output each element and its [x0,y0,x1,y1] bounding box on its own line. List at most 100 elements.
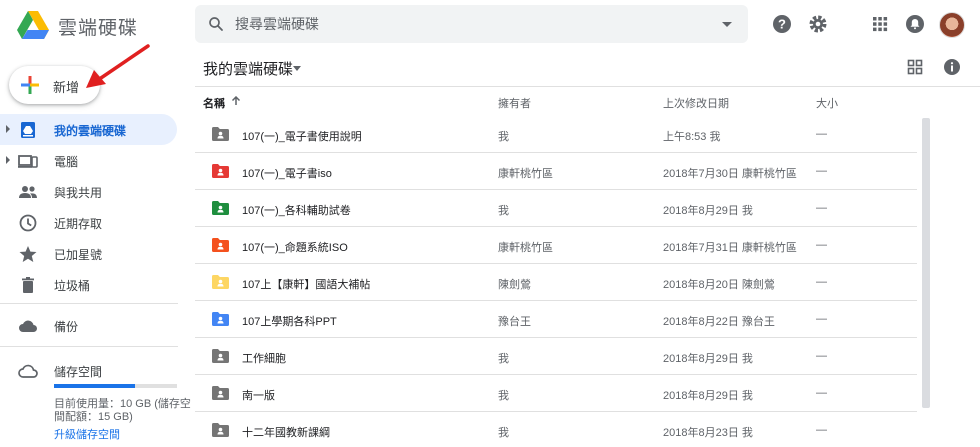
file-modified: 2018年8月22日 豫台王 [663,316,775,328]
file-row[interactable]: 十二年國教新課綱 我 2018年8月23日 我 — [195,412,917,447]
sidebar-item-label: 已加星號 [54,248,103,262]
computers-icon [18,155,38,168]
shared-folder-icon [212,349,229,363]
file-name: 107上學期各科PPT [242,316,337,328]
file-size: — [816,239,827,251]
file-row[interactable]: 107上學期各科PPT 豫台王 2018年8月22日 豫台王 — [195,301,917,338]
file-size: — [816,165,827,177]
file-modified: 上午8:53 我 [663,131,721,143]
breadcrumb[interactable]: 我的雲端硬碟 [203,58,293,79]
settings-icon[interactable] [808,14,828,34]
file-owner: 陳劍鶯 [498,279,531,291]
sidebar-item-backups[interactable]: 備份 [0,310,178,341]
sidebar-item-label: 我的雲端硬碟 [54,124,127,138]
file-owner: 我 [498,390,509,402]
file-owner: 我 [498,353,509,365]
header-divider [195,86,980,87]
sidebar-item-label: 電腦 [54,155,79,169]
sidebar-item-label: 與我共用 [54,186,103,200]
file-name: 107上【康軒】國語大補帖 [242,279,371,291]
shared-folder-icon [212,201,229,215]
expand-caret-icon[interactable] [6,125,10,133]
upgrade-storage-link[interactable]: 升級儲存空間 [54,426,120,442]
file-row[interactable]: 107(一)_命題系統ISO 康軒桃竹區 2018年7月31日 康軒桃竹區 — [195,227,917,264]
sidebar-item-my-drive[interactable]: 我的雲端硬碟 [0,114,177,145]
sidebar-item-label: 備份 [54,320,79,334]
shared-folder-icon [212,164,229,178]
shared-folder-icon [212,127,229,141]
file-size: — [816,128,827,140]
file-owner: 康軒桃竹區 [498,168,553,180]
file-size: — [816,424,827,436]
file-owner: 我 [498,131,509,143]
file-row[interactable]: 107(一)_電子書iso 康軒桃竹區 2018年7月30日 康軒桃竹區 — [195,153,917,190]
column-header-owner[interactable]: 擁有者 [498,95,531,111]
sidebar-item-label: 儲存空間 [54,365,103,379]
apps-grid-icon[interactable] [870,14,890,34]
file-name: 107(一)_電子書使用說明 [242,131,362,143]
info-icon[interactable] [943,58,961,76]
sidebar-item-shared-with-me[interactable]: 與我共用 [0,176,178,207]
sidebar-divider [0,303,178,304]
top-bar: 雲端硬碟 ? [0,0,980,48]
sidebar-nav: 我的雲端硬碟 電腦 與我共用 近期存取 已加星號 垃圾桶 [0,114,178,300]
account-avatar[interactable] [939,12,965,38]
file-modified: 2018年8月23日 我 [663,427,753,439]
file-name: 十二年國教新課綱 [242,427,330,439]
file-row[interactable]: 107(一)_各科輔助試卷 我 2018年8月29日 我 — [195,190,917,227]
column-header-size[interactable]: 大小 [816,95,838,111]
file-modified: 2018年7月30日 康軒桃竹區 [663,168,797,180]
file-owner: 康軒桃竹區 [498,242,553,254]
shared-folder-icon [212,386,229,400]
sidebar-item-label: 垃圾桶 [54,279,91,293]
file-row[interactable]: 工作細胞 我 2018年8月29日 我 — [195,338,917,375]
shared-folder-icon [212,312,229,326]
clock-icon [19,214,37,232]
file-size: — [816,387,827,399]
file-name: 107(一)_電子書iso [242,168,332,180]
column-header-modified[interactable]: 上次修改日期 [663,95,729,111]
help-icon[interactable]: ? [772,14,792,34]
search-input[interactable] [235,14,705,34]
shared-folder-icon [212,238,229,252]
trash-icon [22,277,34,293]
storage-usage-fill [54,384,136,388]
file-name: 南一版 [242,390,275,402]
search-options-icon[interactable] [722,22,732,27]
shared-folder-icon [212,423,229,437]
grid-view-icon[interactable] [907,59,923,75]
storage-quota-text: 間配額：15 GB) [54,411,133,423]
sort-ascending-icon[interactable] [231,96,241,106]
search-bar[interactable] [195,5,748,43]
file-name: 107(一)_各科輔助試卷 [242,205,351,217]
new-button-label: 新增 [53,80,80,95]
file-modified: 2018年7月31日 康軒桃竹區 [663,242,797,254]
file-owner: 豫台王 [498,316,531,328]
sidebar-item-recent[interactable]: 近期存取 [0,207,178,238]
search-icon[interactable] [207,15,225,33]
drive-logo-icon[interactable] [17,11,49,39]
file-row[interactable]: 107(一)_電子書使用說明 我 上午8:53 我 — [195,116,917,153]
file-row[interactable]: 107上【康軒】國語大補帖 陳劍鶯 2018年8月20日 陳劍鶯 — [195,264,917,301]
expand-caret-icon[interactable] [6,156,10,164]
sidebar-item-starred[interactable]: 已加星號 [0,238,178,269]
plus-icon [21,76,39,94]
app-title: 雲端硬碟 [58,18,139,39]
file-size: — [816,276,827,288]
notifications-icon[interactable] [905,14,925,34]
shared-people-icon [19,186,37,198]
column-header-name[interactable]: 名稱 [203,95,225,111]
file-size: — [816,350,827,362]
cloud-filled-icon [19,320,37,332]
file-list: 107(一)_電子書使用說明我上午8:53 我 —107(一)_電子書iso 康軒桃… [195,116,917,447]
scrollbar[interactable] [922,118,930,408]
shared-folder-icon [212,275,229,289]
cloud-outline-icon [18,364,38,378]
sidebar-item-computers[interactable]: 電腦 [0,145,178,176]
file-size: — [816,202,827,214]
file-row[interactable]: 南一版 我 2018年8月29日 我 — [195,375,917,412]
breadcrumb-dropdown-icon[interactable] [293,66,301,71]
sidebar-item-storage[interactable]: 儲存空間 [0,355,178,386]
annotation-arrow [86,44,150,88]
sidebar-item-trash[interactable]: 垃圾桶 [0,269,178,300]
